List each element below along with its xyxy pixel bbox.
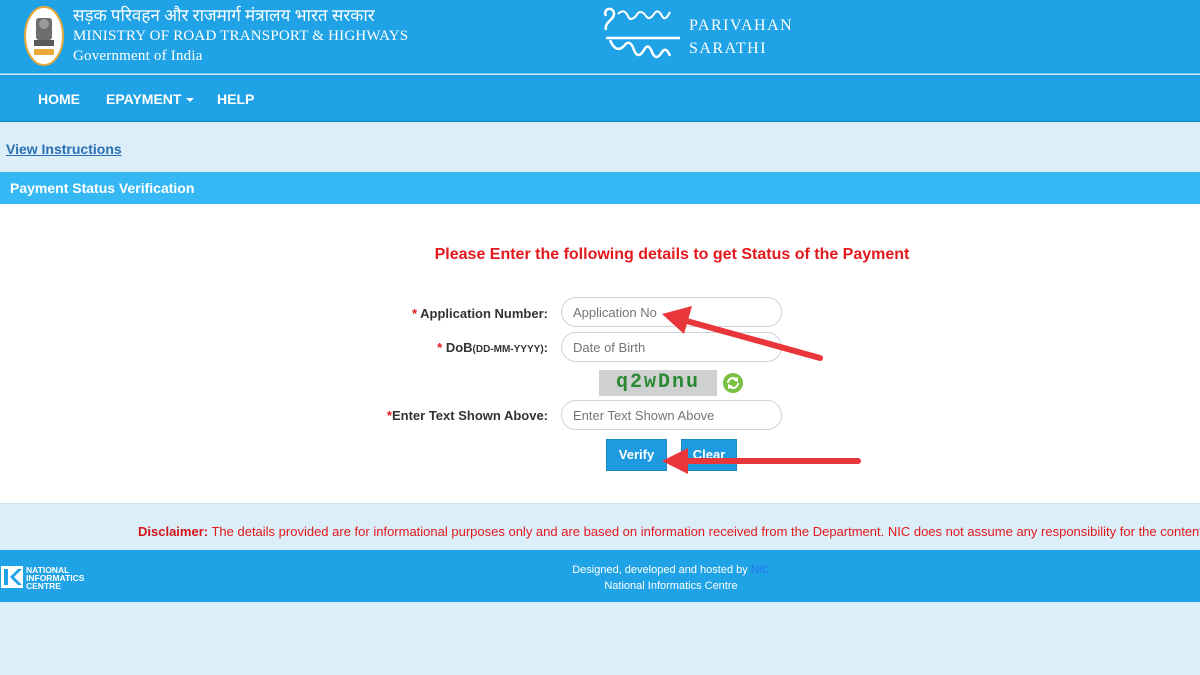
dob-colon: :: [543, 340, 548, 355]
form-panel: Please Enter the following details to ge…: [0, 204, 1200, 504]
content-background: [0, 122, 1200, 172]
nic-logo-line: CENTRE: [26, 581, 61, 591]
nic-logo-text: NATIONAL INFORMATICS CENTRE: [26, 566, 84, 591]
nav-help[interactable]: HELP: [217, 91, 254, 108]
nav-home[interactable]: HOME: [38, 91, 80, 108]
application-number-input[interactable]: [561, 297, 782, 327]
designed-by-text: Designed, developed and hosted by: [572, 564, 748, 576]
captcha-image: q2wDnu: [599, 370, 717, 396]
sarathi-logo-icon: [603, 7, 680, 59]
dob-input[interactable]: [561, 332, 782, 362]
emblem-icon: [24, 6, 64, 66]
disclaimer-text: The details provided are for information…: [208, 524, 1200, 539]
captcha-input[interactable]: [561, 400, 782, 430]
footer-org: National Informatics Centre: [604, 580, 738, 592]
disclaimer-row: Disclaimer: The details provided are for…: [0, 504, 1200, 550]
dob-label: * DoB(DD-MM-YYYY):: [437, 340, 548, 355]
required-mark: *: [437, 340, 443, 355]
site-header: सड़क परिवहन और राजमार्ग मंत्रालय भारत सर…: [0, 0, 1200, 74]
nav-epayment[interactable]: EPAYMENT: [106, 91, 195, 108]
nic-link[interactable]: NIC: [751, 564, 770, 576]
ministry-hindi: सड़क परिवहन और राजमार्ग मंत्रालय भारत सर…: [73, 6, 375, 25]
required-mark: *: [411, 306, 418, 321]
clear-button[interactable]: Clear: [681, 439, 737, 471]
disclaimer: Disclaimer: The details provided are for…: [138, 524, 1200, 539]
ministry-block: सड़क परिवहन और राजमार्ग मंत्रालय भारत सर…: [73, 6, 408, 66]
ministry-english: MINISTRY OF ROAD TRANSPORT & HIGHWAYS: [73, 28, 409, 44]
dob-format-hint: (DD-MM-YYYY): [472, 344, 544, 355]
page-bottom-background: [0, 602, 1200, 675]
caret-down-icon: [186, 98, 195, 103]
dob-label-text: DoB: [445, 340, 473, 355]
refresh-captcha-icon[interactable]: [722, 372, 744, 394]
brand-text: PARIVAHAN SARATHI: [689, 14, 793, 60]
form-heading: Please Enter the following details to ge…: [434, 246, 910, 263]
captcha-label: *Enter Text Shown Above:: [387, 408, 548, 423]
brand-line-sarathi: SARATHI: [689, 40, 768, 57]
disclaimer-prefix: Disclaimer:: [138, 524, 209, 539]
nic-logo-icon: [1, 566, 23, 588]
footer-credits: Designed, developed and hosted by NIC Na…: [560, 562, 782, 594]
nav-epayment-label: EPAYMENT: [106, 91, 182, 107]
application-number-text: Application Number:: [420, 306, 548, 321]
section-title: Payment Status Verification: [0, 172, 1200, 204]
site-footer: NATIONAL INFORMATICS CENTRE Designed, de…: [0, 550, 1200, 602]
main-navbar: HOME EPAYMENT HELP: [0, 75, 1200, 122]
captcha-label-text: Enter Text Shown Above:: [391, 408, 548, 423]
government-label: Government of India: [73, 48, 203, 64]
brand-line-parivahan: PARIVAHAN: [689, 17, 794, 34]
view-instructions-link[interactable]: View Instructions: [6, 141, 122, 157]
application-number-label: * Application Number:: [412, 306, 548, 321]
verify-button[interactable]: Verify: [606, 439, 667, 471]
